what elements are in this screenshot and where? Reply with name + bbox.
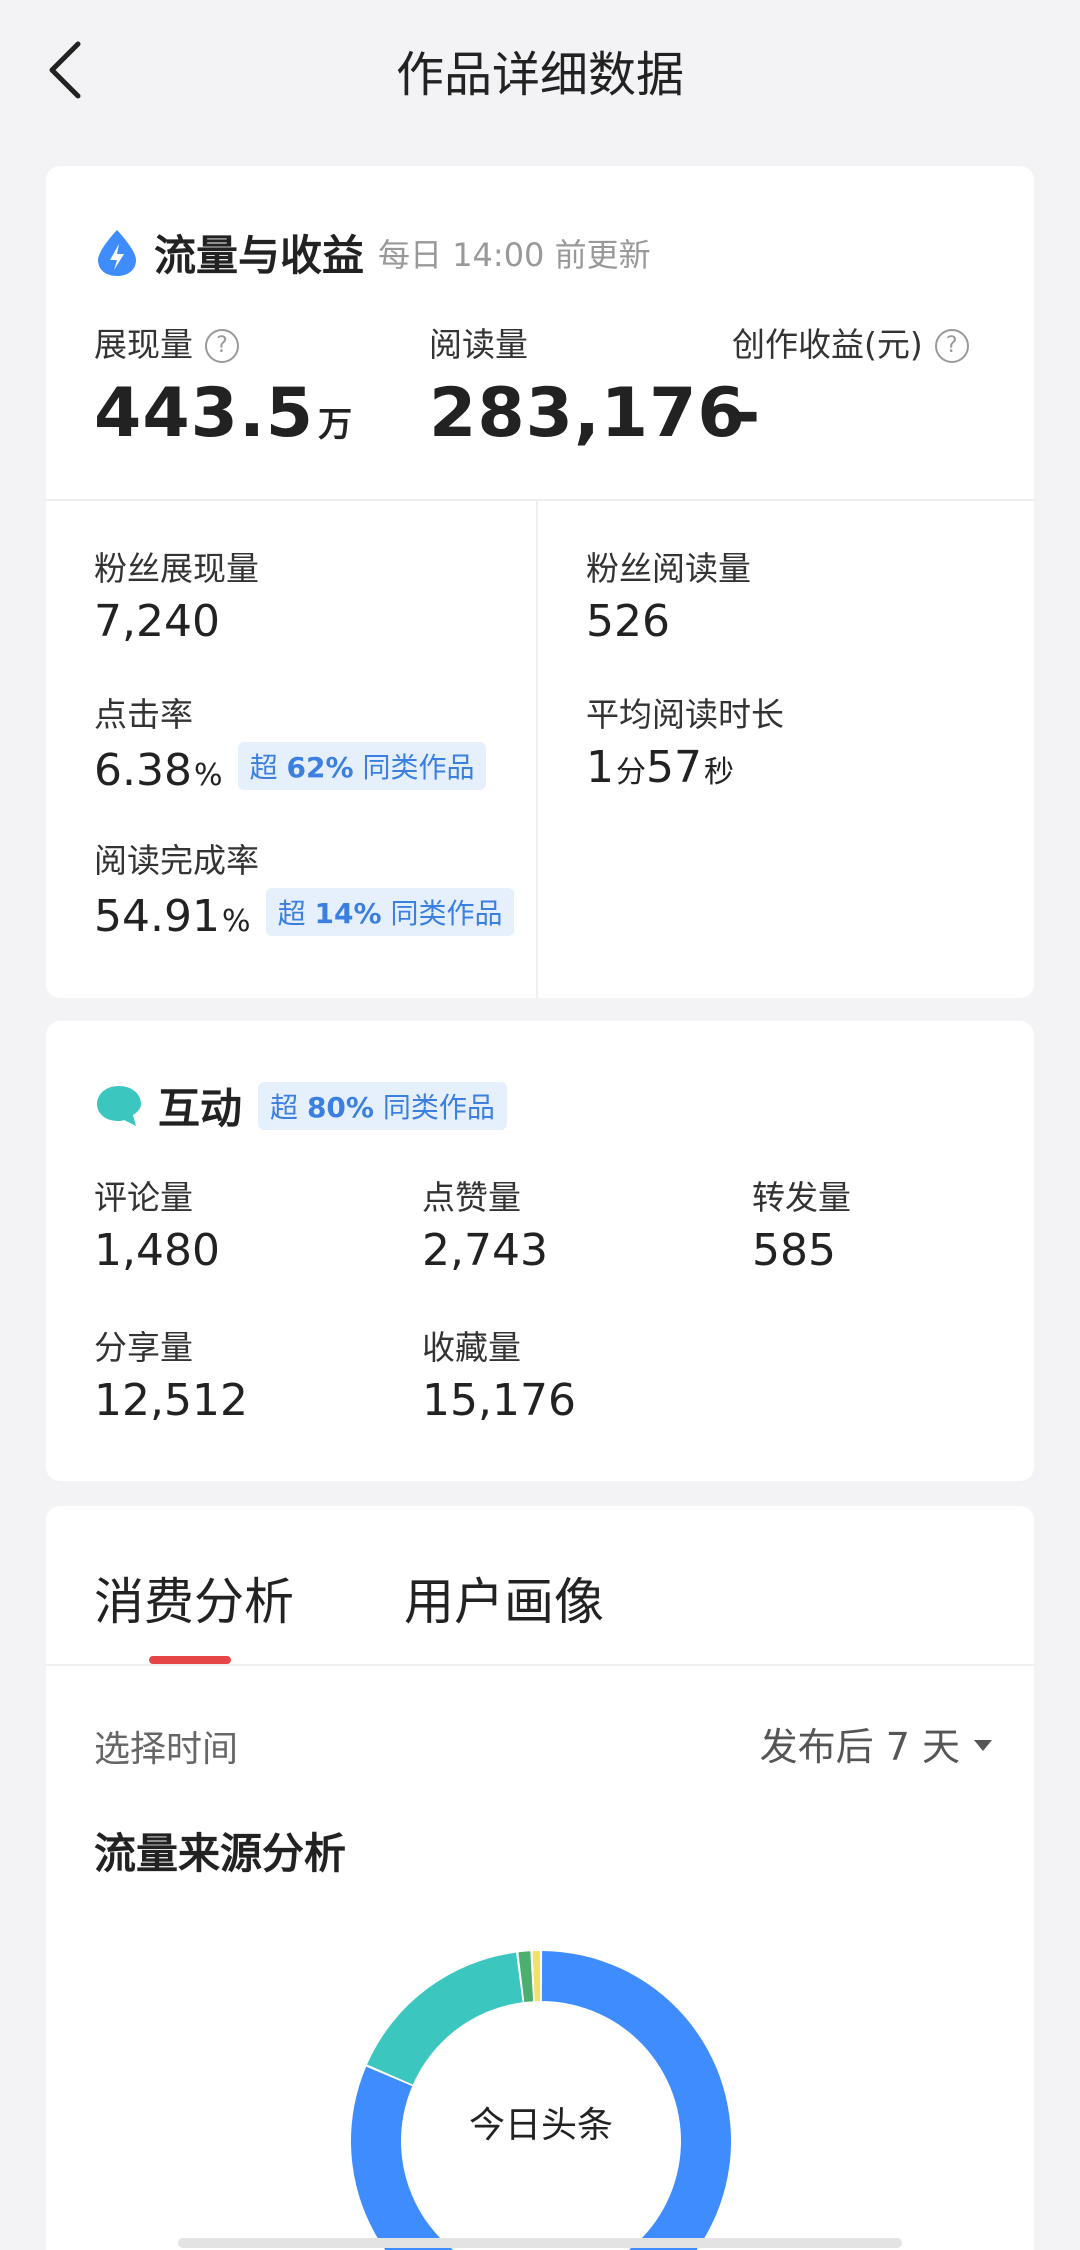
comments-value: 1,480: [94, 1225, 220, 1276]
caret-down-icon: [974, 1740, 992, 1751]
earnings-metric: 创作收益(元)? -: [732, 318, 969, 453]
lightning-drop-icon: [98, 229, 136, 276]
completion-label: 阅读完成率: [94, 841, 259, 880]
reposts-metric: 转发量 585: [752, 1171, 851, 1276]
favorites-metric: 收藏量 15,176: [422, 1321, 576, 1426]
reads-metric: 阅读量 283,176: [429, 318, 746, 453]
time-range-value: 发布后 7 天: [759, 1725, 960, 1769]
comments-label: 评论量: [94, 1178, 193, 1217]
help-icon[interactable]: ?: [205, 329, 239, 363]
fan-reads-metric: 粉丝阅读量 526: [586, 542, 751, 647]
favorites-value: 15,176: [422, 1375, 576, 1426]
back-arrow-icon[interactable]: [40, 34, 100, 104]
avg-time-min-unit: 分: [616, 755, 646, 790]
donut-slice-1[interactable]: [367, 1952, 523, 2085]
reposts-label: 转发量: [752, 1178, 851, 1217]
ctr-badge: 超 62% 同类作品: [237, 742, 487, 790]
badge-suffix: 同类作品: [362, 751, 475, 784]
fan-impressions-label: 粉丝展现量: [94, 549, 259, 588]
likes-label: 点赞量: [422, 1178, 521, 1217]
impressions-label: 展现量: [94, 325, 193, 364]
interaction-section-header: 互动 超 80% 同类作品: [94, 1075, 507, 1136]
impressions-value: 443.5: [94, 374, 315, 453]
horizontal-scrollbar[interactable]: [178, 2238, 902, 2248]
analysis-card: 消费分析 用户画像 选择时间 发布后 7 天 流量来源分析 今日头条: [46, 1506, 1034, 2250]
fan-impressions-value: 7,240: [94, 596, 220, 647]
traffic-section-header: 流量与收益 每日 14:00 前更新: [94, 222, 651, 283]
ctr-value: 6.38: [94, 745, 192, 796]
fan-reads-label: 粉丝阅读量: [586, 549, 751, 588]
divider: [46, 1664, 1034, 1666]
likes-value: 2,743: [422, 1225, 548, 1276]
badge-suffix: 同类作品: [382, 1090, 495, 1124]
help-icon[interactable]: ?: [934, 329, 969, 363]
tab-consumption-analysis[interactable]: 消费分析: [94, 1562, 294, 1634]
interaction-section-title: 互动: [158, 1084, 243, 1133]
page-title: 作品详细数据: [395, 47, 684, 103]
interaction-card: 互动 超 80% 同类作品 评论量 1,480 点赞量 2,743 转发量 58…: [46, 1021, 1034, 1481]
completion-badge: 超 14% 同类作品: [265, 888, 515, 936]
divider: [46, 499, 1034, 501]
reads-value: 283,176: [429, 374, 746, 453]
fan-impressions-metric: 粉丝展现量 7,240: [94, 542, 259, 647]
shares-label: 分享量: [94, 1328, 193, 1367]
ctr-metric: 点击率 6.38% 超 62% 同类作品: [94, 688, 487, 796]
chat-bubble-icon: [97, 1085, 141, 1126]
avg-time-sec-unit: 秒: [704, 755, 734, 790]
traffic-earnings-card: 流量与收益 每日 14:00 前更新 展现量? 443.5 万 阅读量 283,1…: [46, 166, 1034, 998]
badge-pct: 14%: [314, 897, 382, 930]
impressions-unit: 万: [318, 405, 353, 445]
badge-prefix: 超: [249, 751, 278, 784]
donut-center-label: 今日头条: [468, 2105, 613, 2146]
donut-slice-3[interactable]: [532, 1951, 541, 2002]
badge-pct: 62%: [286, 751, 354, 784]
favorites-label: 收藏量: [422, 1328, 521, 1367]
earnings-label: 创作收益(元): [732, 325, 923, 364]
avg-time-min: 1: [586, 742, 614, 793]
badge-suffix: 同类作品: [390, 897, 503, 930]
shares-metric: 分享量 12,512: [94, 1321, 248, 1426]
select-time-label: 选择时间: [94, 1729, 239, 1770]
badge-prefix: 超: [270, 1090, 299, 1124]
reposts-value: 585: [752, 1225, 836, 1276]
avg-read-time-metric: 平均阅读时长 1分57秒: [586, 688, 784, 793]
badge-prefix: 超: [277, 897, 306, 930]
shares-value: 12,512: [94, 1375, 248, 1426]
reads-label: 阅读量: [429, 325, 528, 364]
traffic-section-title: 流量与收益: [154, 231, 365, 280]
ctr-label: 点击率: [94, 695, 193, 734]
avg-time-sec: 57: [646, 742, 702, 793]
fan-reads-value: 526: [586, 596, 670, 647]
avg-read-time-label: 平均阅读时长: [586, 695, 784, 734]
tab-user-profile[interactable]: 用户画像: [404, 1562, 604, 1634]
interaction-badge: 超 80% 同类作品: [258, 1081, 507, 1130]
impressions-metric: 展现量? 443.5 万: [94, 318, 352, 453]
top-nav-bar: 作品详细数据: [0, 0, 1080, 140]
traffic-source-donut-chart: 今日头条: [346, 1946, 736, 2250]
traffic-source-title: 流量来源分析: [94, 1829, 347, 1878]
ctr-unit: %: [193, 758, 223, 793]
completion-unit: %: [221, 904, 251, 939]
likes-metric: 点赞量 2,743: [422, 1171, 548, 1276]
active-tab-indicator: [149, 1656, 231, 1664]
update-note: 每日 14:00 前更新: [378, 235, 651, 274]
completion-metric: 阅读完成率 54.91% 超 14% 同类作品: [94, 834, 515, 942]
completion-value: 54.91: [94, 891, 220, 942]
divider: [536, 501, 538, 998]
comments-metric: 评论量 1,480: [94, 1171, 220, 1276]
badge-pct: 80%: [306, 1090, 374, 1124]
time-range-dropdown[interactable]: 发布后 7 天: [760, 1716, 992, 1771]
earnings-value: -: [732, 374, 762, 453]
